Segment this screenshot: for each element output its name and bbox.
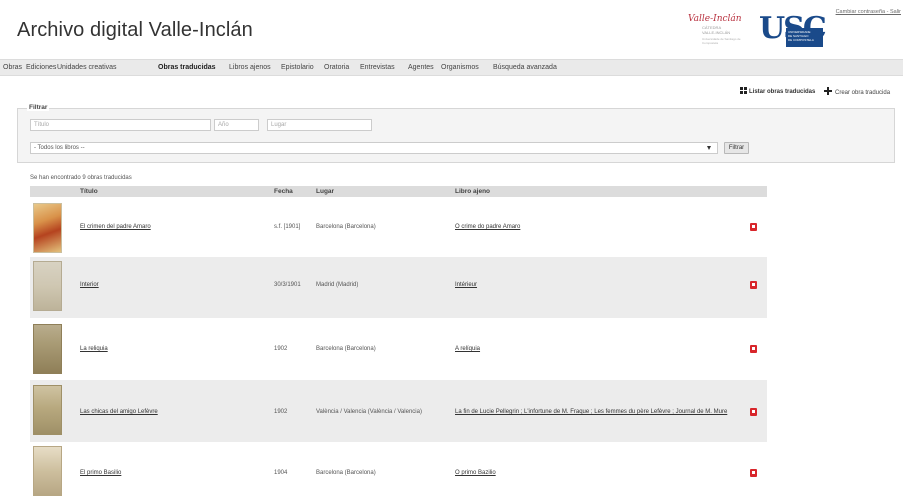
source-book-link[interactable]: O crime do padre Amaro [455,224,520,230]
account-links-text[interactable]: Cambiar contraseña - Salir [836,9,901,15]
usc-line3: DE COMPOSTELA [788,38,814,42]
work-place: Barcelona (Barcelona) [316,346,376,352]
catedra-logo[interactable]: Valle-Inclán CÁTEDRA VALLE-INCLÁN Univer… [688,14,748,45]
table-row: El crimen del padre Amaro s.f. [1901] Ba… [30,197,767,259]
cover-thumbnail[interactable] [33,261,62,311]
work-place: València / Valencia (València / Valencia… [316,409,422,415]
main-nav: Obras Ediciones Unidades creativas Obras… [0,59,903,76]
source-book-link[interactable]: A relíquia [455,346,480,352]
work-place: Barcelona (Barcelona) [316,470,376,476]
work-title-link[interactable]: La reliquia [80,346,108,352]
books-filter-select[interactable]: - Todos los libros -- [30,142,718,154]
work-place: Madrid (Madrid) [316,282,359,288]
usc-name-box: UNIVERSIDADE DE SANTIAGO DE COMPOSTELA [786,28,823,47]
nav-item-busqueda-avanzada[interactable]: Búsqueda avanzada [493,64,557,71]
catedra-signature: Valle-Inclán [688,14,742,24]
filter-legend: Filtrar [27,104,50,111]
header-libro-ajeno: Libro ajeno [455,188,491,195]
plus-icon [824,87,832,95]
list-translated-works-link[interactable]: Listar obras traducidas [740,87,815,95]
pdf-icon[interactable] [750,408,757,416]
catedra-line3: Universidade de Santiago de Compostela [702,37,741,45]
books-filter-value: - Todos los libros -- [34,145,85,151]
table-row: El primo Basilio 1904 Barcelona (Barcelo… [30,442,767,499]
pdf-icon[interactable] [750,223,757,231]
work-title-link[interactable]: El primo Basilio [80,470,121,476]
catedra-line2: VALLE-INCLÁN [702,30,731,35]
nav-item-obras-traducidas[interactable]: Obras traducidas [158,64,216,71]
header-titulo: Título [80,188,98,195]
place-filter-input[interactable]: Lugar [267,119,372,131]
account-links[interactable]: Cambiar contraseña - Salir [836,9,901,15]
site-title[interactable]: Archivo digital Valle-Inclán [17,19,253,42]
title-filter-input[interactable]: Título [30,119,211,131]
nav-item-oratoria[interactable]: Oratoria [324,64,349,71]
table-row: Las chicas del amigo Lefèvre 1902 Valènc… [30,380,767,442]
work-place: Barcelona (Barcelona) [316,224,376,230]
grid-icon [740,87,747,94]
cover-thumbnail[interactable] [33,385,62,435]
nav-item-agentes[interactable]: Agentes [408,64,434,71]
nav-item-epistolario[interactable]: Epistolario [281,64,314,71]
work-date: 1902 [274,346,288,352]
nav-item-organismos[interactable]: Organismos [441,64,479,71]
cover-thumbnail[interactable] [33,203,62,253]
nav-item-unidades-creativas[interactable]: Unidades creativas [57,64,117,71]
create-translated-work-label: Crear obra traducida [835,90,891,96]
create-translated-work-link[interactable]: Crear obra traducida [824,87,890,96]
table-row: Interior 30/3/1901 Madrid (Madrid) Intér… [30,257,767,319]
nav-item-entrevistas[interactable]: Entrevistas [360,64,395,71]
pdf-icon[interactable] [750,281,757,289]
header-lugar: Lugar [316,188,335,195]
cover-thumbnail[interactable] [33,324,62,374]
year-filter-input[interactable]: Año [214,119,259,131]
work-date: 1904 [274,470,288,476]
table-row: La reliquia 1902 Barcelona (Barcelona) A… [30,318,767,380]
work-date: 30/3/1901 [274,282,301,288]
table-header: Título Fecha Lugar Libro ajeno [30,186,767,197]
work-title-link[interactable]: Interior [80,282,99,288]
nav-item-ediciones[interactable]: Ediciones [26,64,56,71]
work-title-link[interactable]: Las chicas del amigo Lefèvre [80,409,158,415]
source-book-link[interactable]: La fin de Lucie Pellegrin ; L'infortune … [455,409,727,415]
source-book-link[interactable]: Intérieur [455,282,477,288]
filter-button[interactable]: Filtrar [724,142,749,154]
nav-item-libros-ajenos[interactable]: Libros ajenos [229,64,271,71]
cover-thumbnail[interactable] [33,446,62,496]
work-title-link[interactable]: El crimen del padre Amaro [80,224,151,230]
result-count: Se han encontrado 9 obras traducidas [30,175,132,181]
usc-logo[interactable]: USC UNIVERSIDADE DE SANTIAGO DE COMPOSTE… [759,10,827,47]
work-date: s.f. [1901] [274,224,301,230]
header-fecha: Fecha [274,188,293,195]
source-book-link[interactable]: O primo Bazilio [455,470,496,476]
chevron-down-icon [707,146,711,150]
pdf-icon[interactable] [750,345,757,353]
site-header: Archivo digital Valle-Inclán Cambiar con… [0,0,903,58]
nav-item-obras[interactable]: Obras [3,64,22,71]
work-date: 1902 [274,409,288,415]
pdf-icon[interactable] [750,469,757,477]
filter-panel [17,108,895,163]
list-translated-works-label: Listar obras traducidas [749,89,816,95]
